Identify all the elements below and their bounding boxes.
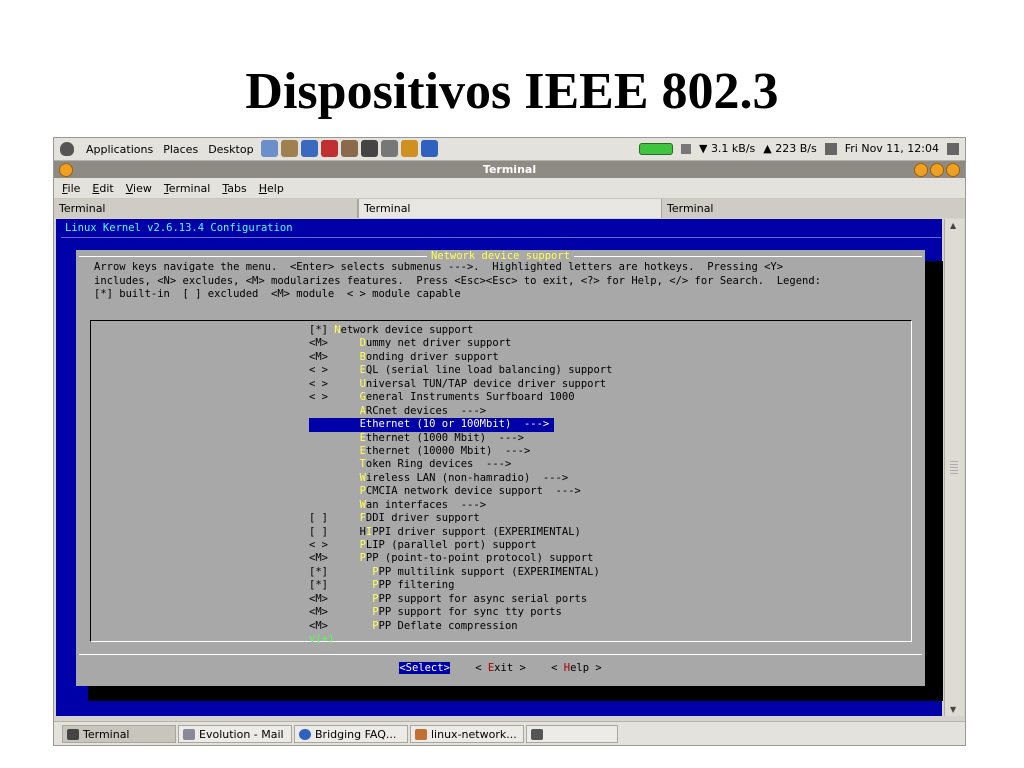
menu-item-selected[interactable]: Ethernet (10 or 100Mbit) ---> [309, 418, 554, 432]
menu-terminal[interactable]: Terminal [164, 182, 211, 195]
menu-file[interactable]: File [62, 182, 80, 195]
launcher-icon[interactable] [281, 140, 298, 157]
scroll-down-icon[interactable]: ▼ [950, 705, 956, 714]
menu-item[interactable]: <M> PPP (point-to-point protocol) suppor… [309, 552, 612, 565]
task-terminal[interactable]: Terminal [62, 725, 176, 743]
help-line: Arrow keys navigate the menu. <Enter> se… [94, 261, 784, 273]
network-monitor-icon[interactable] [680, 143, 691, 154]
scroll-up-icon[interactable]: ▲ [950, 221, 956, 230]
menu-item[interactable]: [*] Network device support [309, 324, 612, 337]
terminal-tabs: Terminal Terminal Terminal [54, 199, 965, 218]
menu-applications[interactable]: Applications [86, 143, 153, 156]
globe-icon [299, 729, 311, 740]
dialog-buttons: <Select> < Exit > < Help > [76, 662, 925, 674]
tab-terminal-1[interactable]: Terminal [54, 199, 358, 218]
menu-item[interactable]: [ ] FDDI driver support [309, 512, 612, 525]
launcher-bar [261, 140, 438, 157]
task-empty[interactable] [526, 725, 618, 743]
menu-item[interactable]: Token Ring devices ---> [309, 458, 612, 471]
menu-edit[interactable]: Edit [92, 182, 113, 195]
menu-item[interactable]: ARCnet devices ---> [309, 405, 612, 418]
menu-places[interactable]: Places [163, 143, 198, 156]
more-indicator: v(+) [309, 633, 335, 646]
terminal-screen[interactable]: Linux Kernel v2.6.13.4 Configuration Net… [56, 219, 943, 716]
help-text: Arrow keys navigate the menu. <Enter> se… [94, 261, 821, 302]
menu-item[interactable]: < > General Instruments Surfboard 1000 [309, 391, 612, 404]
launcher-icon[interactable] [381, 140, 398, 157]
menu-items: [*] Network device support <M> Dummy net … [309, 324, 612, 647]
menu-item[interactable]: [*] PPP filtering [309, 579, 612, 592]
menu-item[interactable]: <M> Dummy net driver support [309, 337, 612, 350]
menu-item[interactable]: <M> PPP support for sync tty ports [309, 606, 612, 619]
menu-item[interactable]: Wireless LAN (non-hamradio) ---> [309, 472, 612, 485]
header-rule [61, 237, 941, 238]
terminal-icon [67, 729, 79, 740]
tab-terminal-2[interactable]: Terminal [358, 199, 662, 218]
system-tray: ▼ 3.1 kB/s ▲ 223 B/s Fri Nov 11, 12:04 [638, 142, 959, 155]
help-line: includes, <N> excludes, <M> modularizes … [94, 274, 821, 287]
window-titlebar[interactable]: Terminal [54, 161, 965, 178]
launcher-icon[interactable] [361, 140, 378, 157]
menu-item[interactable]: < > EQL (serial line load balancing) sup… [309, 364, 612, 377]
menu-item[interactable]: < > PLIP (parallel port) support [309, 539, 612, 552]
desktop-screenshot: Applications Places Desktop ▼ 3.1 kB/s ▲… [53, 137, 966, 746]
exit-button[interactable]: < Exit > [475, 662, 526, 674]
menu-item[interactable]: Wan interfaces ---> [309, 499, 612, 512]
task-evolution[interactable]: Evolution - Mail [178, 725, 292, 743]
launcher-icon[interactable] [301, 140, 318, 157]
menu-item[interactable]: <M> PPP support for async serial ports [309, 593, 612, 606]
net-up-label: ▲ 223 B/s [763, 142, 817, 155]
menu-list: [*] Network device support <M> Dummy net … [90, 320, 912, 645]
volume-icon[interactable] [824, 142, 837, 155]
clock[interactable]: Fri Nov 11, 12:04 [845, 142, 939, 155]
launcher-icon[interactable] [341, 140, 358, 157]
terminal-scrollbar[interactable]: ▲ ▼ [944, 219, 964, 716]
menu-item[interactable]: Ethernet (1000 Mbit) ---> [309, 432, 612, 445]
launcher-icon[interactable] [401, 140, 418, 157]
battery-icon[interactable] [638, 142, 673, 155]
close-icon[interactable] [946, 163, 960, 177]
net-down-label: ▼ 3.1 kB/s [698, 142, 756, 155]
terminal-menubar: File Edit View Terminal Tabs Help [54, 178, 965, 199]
menu-desktop[interactable]: Desktop [208, 143, 253, 156]
document-icon [415, 729, 427, 740]
menu-item[interactable]: [ ] HIPPI driver support (EXPERIMENTAL) [309, 526, 612, 539]
window-menu-icon[interactable] [59, 163, 73, 177]
menu-item[interactable]: <M> PPP Deflate compression [309, 620, 612, 633]
tab-terminal-3[interactable]: Terminal [662, 199, 965, 218]
help-line: [*] built-in [ ] excluded <M> module < >… [94, 288, 461, 300]
menu-view[interactable]: View [126, 182, 152, 195]
menu-item[interactable]: < > Universal TUN/TAP device driver supp… [309, 378, 612, 391]
launcher-icon[interactable] [261, 140, 278, 157]
bottom-taskbar: Terminal Evolution - Mail Bridging FAQ..… [54, 721, 965, 745]
window-title: Terminal [482, 163, 537, 176]
button-separator [79, 654, 922, 655]
scroll-grip[interactable] [950, 461, 958, 475]
kconfig-header: Linux Kernel v2.6.13.4 Configuration [65, 222, 293, 234]
terminal-icon [531, 729, 543, 740]
menu-tabs[interactable]: Tabs [222, 182, 246, 195]
menu-item[interactable]: Ethernet (10000 Mbit) ---> [309, 445, 612, 458]
launcher-icon[interactable] [421, 140, 438, 157]
select-button[interactable]: <Select> [399, 662, 450, 674]
launcher-icon[interactable] [321, 140, 338, 157]
task-linux-network[interactable]: linux-network... [410, 725, 524, 743]
maximize-icon[interactable] [930, 163, 944, 177]
top-panel: Applications Places Desktop ▼ 3.1 kB/s ▲… [54, 138, 965, 161]
menu-item[interactable]: PCMCIA network device support ---> [309, 485, 612, 498]
task-bridging-faq[interactable]: Bridging FAQ... [294, 725, 408, 743]
menuconfig-dialog: Network device support Arrow keys naviga… [76, 250, 925, 686]
show-desktop-icon[interactable] [947, 142, 959, 155]
menu-item[interactable]: [*] PPP multilink support (EXPERIMENTAL) [309, 566, 612, 579]
slide-title: Dispositivos IEEE 802.3 [245, 63, 779, 120]
mail-icon [183, 729, 195, 740]
menu-item[interactable]: <M> Bonding driver support [309, 351, 612, 364]
help-button[interactable]: < Help > [551, 662, 602, 674]
gnome-foot-icon[interactable] [60, 142, 74, 156]
menu-help[interactable]: Help [259, 182, 284, 195]
minimize-icon[interactable] [914, 163, 928, 177]
